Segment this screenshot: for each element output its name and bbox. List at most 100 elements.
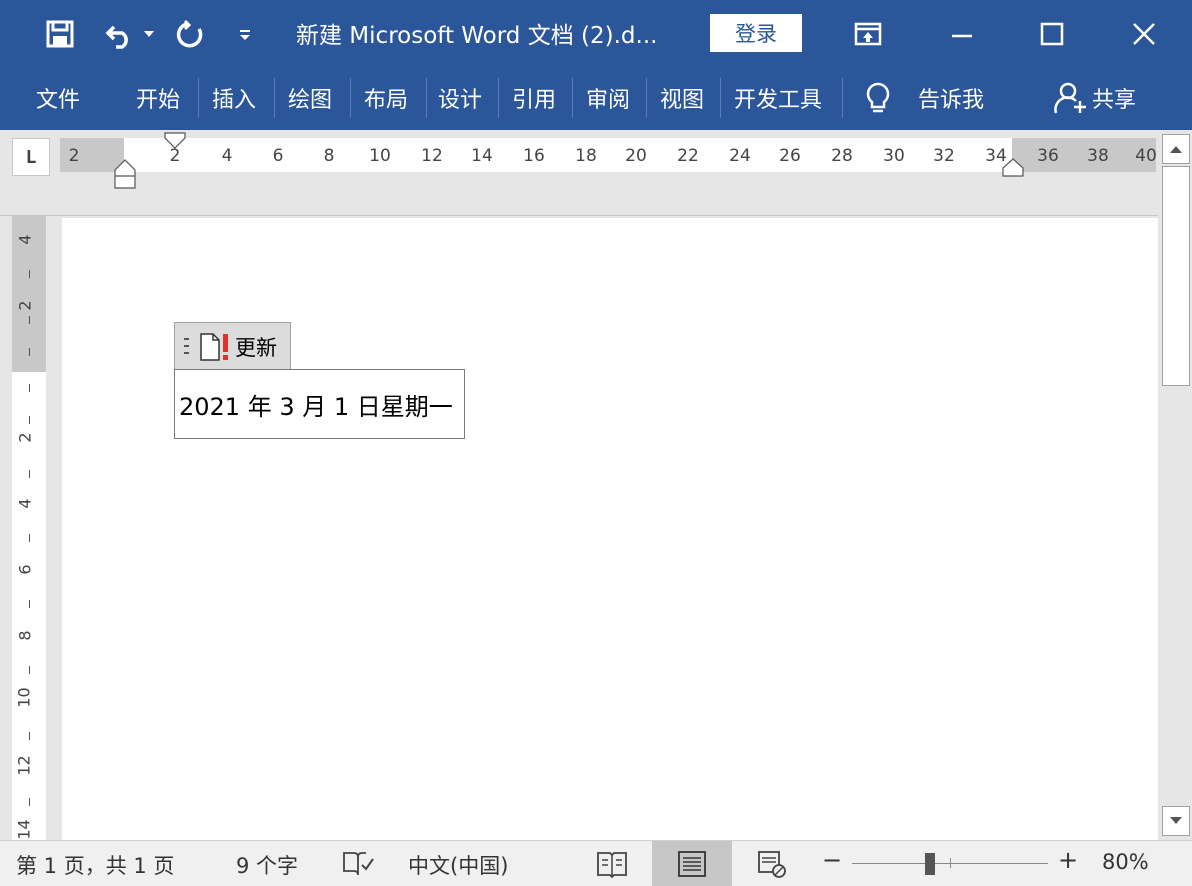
language-indicator[interactable]: 中文(中国): [408, 850, 508, 880]
vertical-ruler[interactable]: 4 2 2 4 6 8 10 12 14: [12, 216, 46, 840]
customize-qat-button[interactable]: [230, 14, 260, 54]
proofing-icon[interactable]: [342, 849, 374, 879]
tab-file[interactable]: 文件: [36, 80, 80, 116]
ruler-label: 26: [779, 146, 801, 166]
chevron-down-icon: [144, 31, 154, 37]
tab-separator: [646, 78, 647, 118]
tab-layout[interactable]: 布局: [364, 80, 408, 116]
minimize-icon: [952, 34, 972, 38]
close-button[interactable]: [1124, 14, 1164, 54]
print-layout-button[interactable]: [652, 841, 732, 886]
web-layout-icon[interactable]: [756, 849, 788, 879]
tab-separator: [274, 78, 275, 118]
date-field-text: 2021 年 3 月 1 日星期一: [179, 392, 453, 421]
zoom-level[interactable]: 80%: [1102, 850, 1149, 874]
tell-me-label[interactable]: 告诉我: [918, 80, 984, 116]
redo-icon: [176, 19, 203, 48]
ruler-tick: [29, 384, 30, 392]
ribbon-tabs: 文件 开始 插入 绘图 布局 设计 引用 审阅 视图 开发工具 告诉我 共享: [0, 68, 1192, 130]
ruler-label: 2: [68, 146, 80, 166]
tab-view[interactable]: 视图: [660, 80, 704, 116]
ruler-label: 28: [831, 146, 853, 166]
tab-insert[interactable]: 插入: [212, 80, 256, 116]
tab-separator: [498, 78, 499, 118]
tab-draw[interactable]: 绘图: [288, 80, 332, 116]
scroll-up-button[interactable]: [1162, 134, 1190, 164]
redo-button[interactable]: [170, 14, 210, 54]
save-button[interactable]: [40, 14, 80, 54]
ruler-label: 32: [933, 146, 955, 166]
ruler-label: 30: [883, 146, 905, 166]
right-indent-marker[interactable]: [1002, 158, 1024, 178]
horizontal-ruler[interactable]: 2 2 4 6 8 10 12 14 16 18 20 22 24 26 28 …: [60, 138, 1157, 172]
person-add-icon: [1054, 82, 1086, 114]
ruler-label: 8: [323, 146, 335, 166]
scroll-down-button[interactable]: [1162, 806, 1190, 836]
tab-design[interactable]: 设计: [438, 80, 482, 116]
tell-me-button[interactable]: [864, 80, 892, 116]
save-icon: [46, 20, 74, 48]
ruler-label: 10: [369, 146, 391, 166]
date-field[interactable]: 2021 年 3 月 1 日星期一: [174, 369, 465, 439]
zoom-out-button[interactable]: −: [822, 846, 842, 874]
undo-icon: [105, 25, 128, 49]
document-page[interactable]: [62, 218, 1158, 840]
vertical-scrollbar[interactable]: [1158, 130, 1192, 840]
hanging-indent-marker[interactable]: [114, 158, 136, 190]
zoom-in-button[interactable]: +: [1058, 846, 1078, 874]
ruler-label: 24: [729, 146, 751, 166]
word-count[interactable]: 9 个字: [236, 850, 298, 880]
ruler-label: 10: [14, 687, 34, 708]
field-update-tab[interactable]: 更新: [174, 322, 291, 370]
field-handle-icon: [184, 337, 189, 354]
page-info[interactable]: 第 1 页，共 1 页: [16, 850, 174, 880]
ruler-tick: [29, 600, 30, 608]
tab-stop-selector[interactable]: L: [12, 138, 50, 176]
status-bar: 第 1 页，共 1 页 9 个字 中文(中国) − + 80%: [0, 840, 1192, 886]
undo-dropdown[interactable]: [140, 14, 158, 54]
tab-separator: [198, 78, 199, 118]
ruler-area: L 2 2 4 6 8 10 12 14 16 18 20 22 24 26 2…: [0, 130, 1158, 216]
tab-separator: [720, 78, 721, 118]
undo-button[interactable]: [100, 14, 140, 54]
ruler-label: 4: [15, 234, 35, 245]
ruler-tick: [29, 470, 30, 478]
lightbulb-icon: [866, 82, 890, 113]
tab-references[interactable]: 引用: [512, 80, 556, 116]
login-button[interactable]: 登录: [710, 14, 802, 52]
ruler-label: 8: [15, 630, 35, 641]
ribbon-display-options-button[interactable]: [848, 14, 888, 54]
tab-review[interactable]: 审阅: [586, 80, 630, 116]
ruler-label: 12: [421, 146, 443, 166]
maximize-button[interactable]: [1032, 14, 1072, 54]
document-title: 新建 Microsoft Word 文档 (2).d...: [296, 23, 658, 49]
ruler-label: 4: [15, 498, 35, 509]
tab-developer[interactable]: 开发工具: [734, 80, 822, 116]
minimize-button[interactable]: [942, 14, 982, 54]
ruler-tick: [29, 534, 30, 542]
zoom-slider-thumb[interactable]: [925, 853, 935, 875]
ruler-tick: [29, 416, 30, 424]
ruler-label: 14: [471, 146, 493, 166]
print-layout-icon: [678, 851, 706, 877]
close-icon: [1133, 23, 1155, 45]
first-line-indent-marker[interactable]: [164, 132, 186, 150]
ruler-tick: [29, 316, 30, 324]
share-button[interactable]: 共享: [1054, 80, 1136, 116]
ruler-label: 2: [15, 432, 35, 443]
scroll-thumb[interactable]: [1162, 166, 1190, 386]
read-mode-icon[interactable]: [596, 849, 628, 879]
tab-home[interactable]: 开始: [136, 80, 180, 116]
ruler-tick: [29, 666, 30, 674]
ruler-label: 6: [15, 564, 35, 575]
ruler-label: 16: [523, 146, 545, 166]
chevron-down-icon: [1170, 817, 1182, 824]
ruler-tick: [29, 270, 30, 278]
share-label: 共享: [1092, 88, 1137, 113]
maximize-icon: [1040, 22, 1064, 46]
field-update-label: 更新: [235, 335, 277, 360]
ruler-tick: [29, 798, 30, 806]
ruler-label: 14: [14, 819, 34, 840]
tab-separator: [350, 78, 351, 118]
ruler-label: 22: [677, 146, 699, 166]
